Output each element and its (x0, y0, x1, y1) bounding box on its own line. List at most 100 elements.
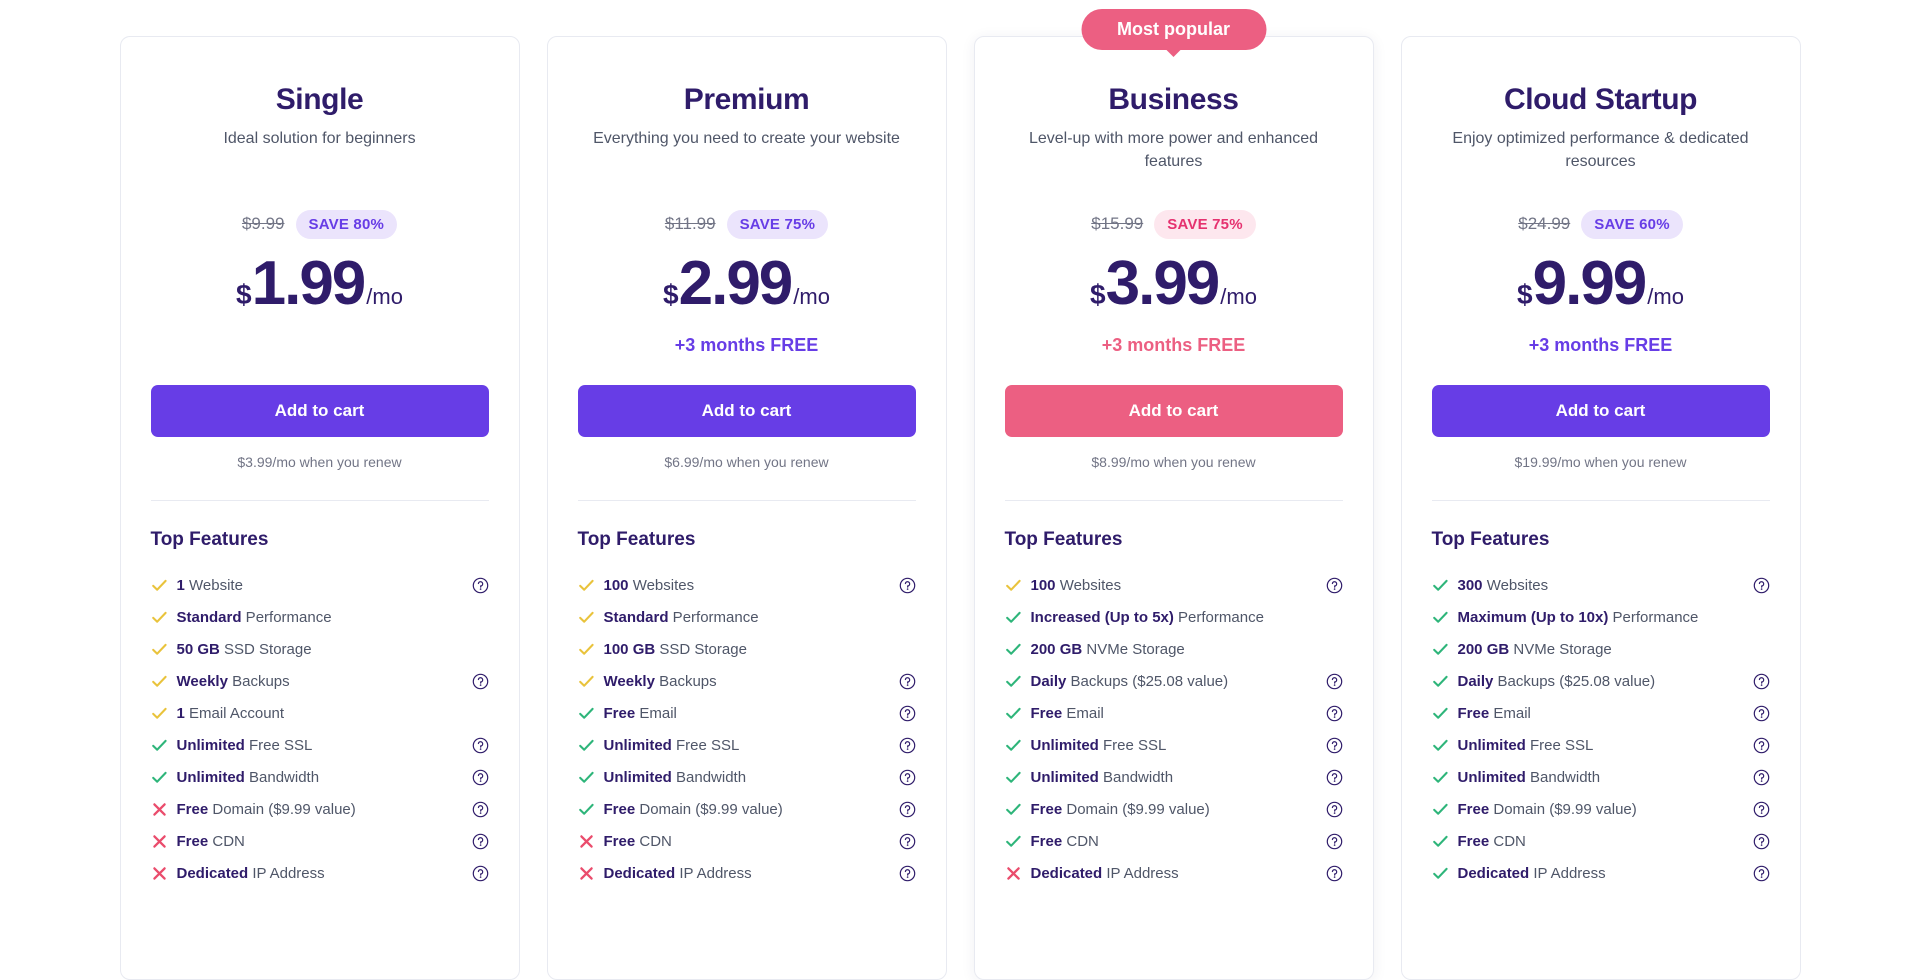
feature-rest: Backups (227, 672, 290, 690)
plan-name: Cloud Startup (1503, 83, 1698, 116)
feature-label: 300 Websites (1458, 577, 1753, 594)
renewal-note: $3.99/mo when you renew (237, 454, 402, 470)
renewal-note: $8.99/mo when you renew (1091, 454, 1256, 471)
add-to-cart-button[interactable]: Add to cart (577, 385, 916, 437)
help-icon[interactable] (472, 801, 489, 818)
feature-value: Free (1457, 800, 1490, 818)
feature-item: 1 Email Account (151, 697, 489, 729)
discount-row: $15.99 SAVE 75% (1005, 209, 1343, 239)
discount-row: $24.99 SAVE 60% (1432, 209, 1770, 239)
help-icon[interactable] (899, 833, 916, 850)
feature-item: Daily Backups ($25.08 value) (1005, 665, 1343, 697)
help-icon[interactable] (1326, 833, 1343, 850)
feature-label: Dedicated IP Address (604, 865, 899, 882)
feature-label: Dedicated IP Address (177, 865, 472, 882)
price-period: /mo (793, 284, 830, 309)
help-icon[interactable] (899, 705, 916, 722)
save-badge: SAVE 60% (1581, 209, 1683, 239)
feature-item: Dedicated IP Address (1005, 857, 1343, 889)
free-months-note: +3 months FREE (1528, 335, 1673, 356)
add-to-cart-button[interactable]: Add to cart (150, 385, 489, 437)
plan-description: Level-up with more power and enhanced fe… (1028, 130, 1319, 171)
help-icon[interactable] (1326, 865, 1343, 882)
help-icon[interactable] (899, 737, 916, 754)
pricing-card-cloud-startup: Cloud Startup Enjoy optimized performance… (1400, 36, 1801, 980)
check-icon (1432, 705, 1449, 722)
feature-rest: Backups ($25.08 value) (1066, 672, 1229, 690)
feature-rest: NVMe Storage (1082, 640, 1185, 658)
help-icon[interactable] (1753, 769, 1770, 786)
check-icon (151, 737, 168, 754)
help-icon[interactable] (472, 673, 489, 690)
help-icon[interactable] (1326, 577, 1343, 594)
feature-rest: SSD Storage (219, 640, 312, 658)
check-icon (151, 673, 168, 690)
feature-value: Free (176, 832, 209, 850)
features-list: 300 Websites Maximum (Up to 10x) Performa… (1432, 569, 1770, 889)
feature-label: 50 GB SSD Storage (177, 641, 472, 658)
add-to-cart-button[interactable]: Add to cart (1004, 385, 1343, 438)
feature-rest: Email (635, 704, 677, 722)
help-icon[interactable] (899, 769, 916, 786)
check-icon (578, 641, 595, 658)
help-icon[interactable] (1753, 737, 1770, 754)
free-months-note: +3 months FREE (674, 335, 819, 355)
check-icon (1005, 769, 1022, 786)
feature-rest: Bandwidth (1525, 768, 1601, 786)
feature-label: 1 Website (177, 577, 472, 594)
add-to-cart-button[interactable]: Add to cart (1431, 385, 1770, 438)
feature-rest: IP Address (675, 864, 752, 882)
pricing-plans-container: Single Ideal solution for beginners $9.99 S… (0, 0, 1920, 980)
feature-label: Unlimited Bandwidth (1458, 769, 1753, 786)
feature-item: Maximum (Up to 10x) Performance (1432, 601, 1770, 633)
plan-description: Enjoy optimized performance & dedicated … (1452, 130, 1749, 171)
feature-label: Free Domain ($9.99 value) (1031, 801, 1326, 818)
free-months-note: +3 months FREE (1101, 335, 1246, 356)
feature-value: Free (1030, 832, 1063, 850)
feature-label: 200 GB NVMe Storage (1458, 641, 1753, 658)
feature-value: Maximum (Up to 10x) (1457, 608, 1609, 626)
help-icon[interactable] (472, 769, 489, 786)
help-icon[interactable] (1753, 801, 1770, 818)
feature-label: Daily Backups ($25.08 value) (1031, 673, 1326, 690)
help-icon[interactable] (472, 737, 489, 754)
help-icon[interactable] (1753, 865, 1770, 882)
help-icon[interactable] (899, 865, 916, 882)
feature-rest: Bandwidth (244, 768, 320, 786)
feature-rest: IP Address (1529, 864, 1606, 882)
help-icon[interactable] (1753, 577, 1770, 594)
help-icon[interactable] (899, 801, 916, 818)
help-icon[interactable] (472, 577, 489, 594)
check-icon (578, 769, 595, 786)
check-icon (1005, 577, 1022, 594)
help-icon[interactable] (899, 577, 916, 594)
help-icon[interactable] (1753, 705, 1770, 722)
feature-label: 100 GB SSD Storage (604, 641, 899, 658)
feature-item: Standard Performance (151, 601, 489, 633)
pricing-card-premium: Premium Everything you need to create you… (546, 36, 947, 980)
feature-label: Unlimited Bandwidth (177, 769, 472, 786)
help-icon[interactable] (1326, 801, 1343, 818)
feature-item: Free Domain ($9.99 value) (578, 793, 916, 825)
help-icon[interactable] (472, 833, 489, 850)
help-icon[interactable] (472, 865, 489, 882)
features-list: 100 Websites Increased (Up to 5x) Perform… (1005, 569, 1343, 889)
plan-description: Everything you need to create your websi… (593, 130, 900, 147)
section-divider (1004, 500, 1343, 502)
feature-label: Free Domain ($9.99 value) (1458, 801, 1753, 818)
help-icon[interactable] (1753, 833, 1770, 850)
help-icon[interactable] (899, 673, 916, 690)
feature-item: Free Domain ($9.99 value) (1005, 793, 1343, 825)
help-icon[interactable] (1326, 737, 1343, 754)
feature-rest: Websites (628, 576, 695, 594)
feature-item: Dedicated IP Address (1432, 857, 1770, 889)
feature-value: Daily (1030, 672, 1067, 690)
help-icon[interactable] (1326, 673, 1343, 690)
help-icon[interactable] (1326, 705, 1343, 722)
feature-rest: SSD Storage (655, 640, 747, 658)
help-icon[interactable] (1753, 673, 1770, 690)
help-icon[interactable] (1326, 769, 1343, 786)
check-icon (1432, 769, 1449, 786)
feature-value: Increased (Up to 5x) (1030, 608, 1174, 626)
feature-label: Free Email (1458, 705, 1753, 722)
